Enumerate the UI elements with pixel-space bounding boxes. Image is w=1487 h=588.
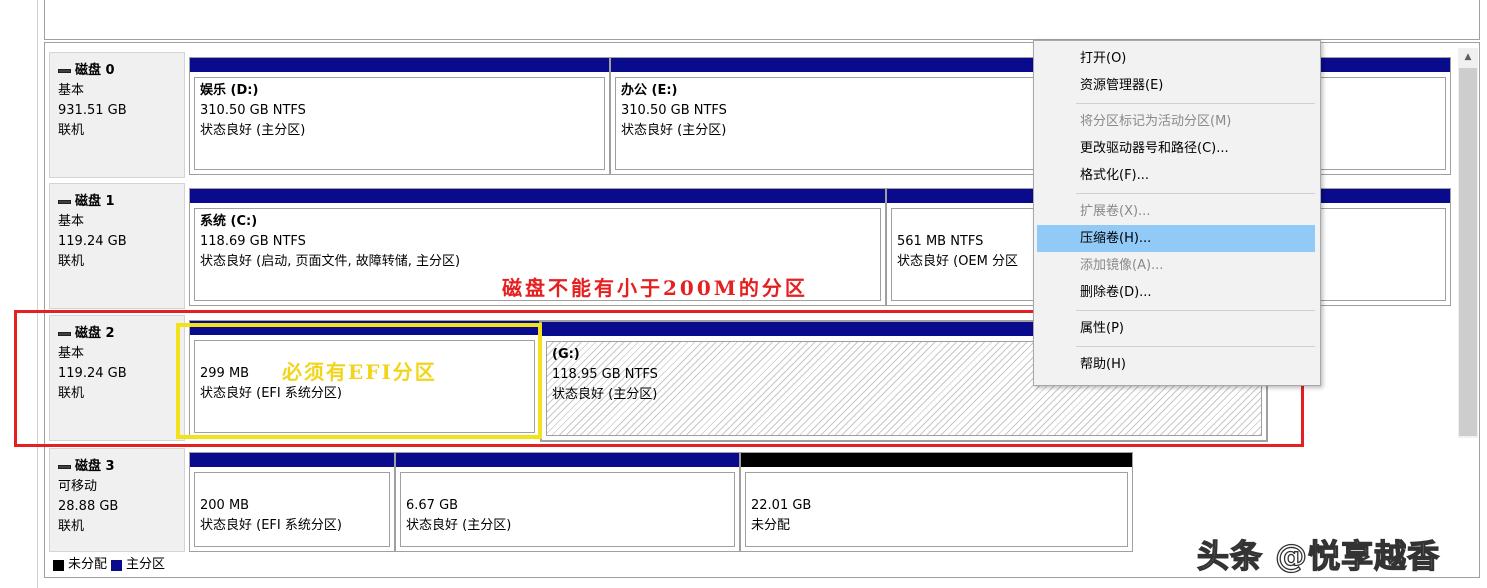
menu-item-mark-active: 将分区标记为活动分区(M) [1080, 114, 1232, 129]
disk-status: 联机 [58, 123, 85, 138]
context-menu: 打开(O) 资源管理器(E) 将分区标记为活动分区(M) 更改驱动器号和路径(C… [1033, 40, 1321, 386]
disk-size: 931.51 GB [58, 103, 127, 118]
disk-name: 磁盘 3 [58, 457, 184, 477]
menu-separator [1076, 193, 1315, 194]
disk-type: 可移动 [58, 479, 98, 494]
partition-state: 未分配 [751, 518, 791, 533]
menu-separator [1076, 346, 1315, 347]
partition-body[interactable]: 200 MB 状态良好 (EFI 系统分区) [194, 472, 390, 547]
scroll-up-icon[interactable]: ▲ [1458, 48, 1478, 66]
partition-d[interactable]: 娱乐 (D:) 310.50 GB NTFS 状态良好 (主分区) [189, 57, 610, 175]
legend-primary: 主分区 [126, 557, 166, 572]
disk-name-text: 磁盘 0 [75, 63, 115, 78]
partition-disk3-unallocated[interactable]: 22.01 GB 未分配 [740, 452, 1133, 552]
primary-swatch [111, 559, 123, 571]
menu-item-properties[interactable]: 属性(P) [1037, 315, 1315, 342]
primary-partition-bar [190, 189, 885, 203]
disk-1-label[interactable]: 磁盘 1 基本 119.24 GB 联机 [49, 183, 185, 309]
menu-item-format[interactable]: 格式化(F)... [1037, 162, 1315, 189]
partition-size: 310.50 GB NTFS [200, 103, 306, 118]
menu-item-change-drive-letter[interactable]: 更改驱动器号和路径(C)... [1037, 135, 1315, 162]
partition-body[interactable]: 22.01 GB 未分配 [745, 472, 1128, 547]
partition-title: 娱乐 (D:) [200, 83, 259, 98]
disk-0-label[interactable]: 磁盘 0 基本 931.51 GB 联机 [49, 52, 185, 178]
primary-partition-bar [190, 453, 394, 467]
primary-partition-bar [611, 58, 1450, 72]
disk-icon [58, 69, 71, 73]
partition-body[interactable]: 6.67 GB 状态良好 (主分区) [400, 472, 735, 547]
vertical-scrollbar[interactable]: ▲ [1458, 48, 1478, 438]
partition-size: 22.01 GB [751, 498, 812, 513]
disk-type: 基本 [58, 214, 85, 229]
partition-size: 6.67 GB [406, 498, 459, 513]
partition-size: 118.69 GB NTFS [200, 234, 306, 249]
disk-icon [58, 465, 71, 469]
disk-status: 联机 [58, 519, 85, 534]
legend: 未分配 主分区 [49, 556, 165, 574]
primary-partition-bar [190, 58, 609, 72]
partition-title [751, 476, 1122, 496]
scroll-thumb[interactable] [1459, 68, 1477, 436]
annotation-red-text: 磁盘不能有小于200M的分区 [502, 276, 808, 300]
partition-disk3-primary[interactable]: 6.67 GB 状态良好 (主分区) [395, 452, 740, 552]
menu-item-help[interactable]: 帮助(H) [1037, 351, 1315, 378]
disk-size: 119.24 GB [58, 234, 127, 249]
disk-size: 28.88 GB [58, 499, 119, 514]
partition-title [200, 476, 384, 496]
partition-state: 状态良好 (主分区) [406, 518, 512, 533]
partition-body[interactable]: 办公 (E:) 310.50 GB NTFS 状态良好 (主分区) [615, 77, 1446, 170]
partition-title: 系统 (C:) [200, 214, 258, 229]
disk-management-window: 磁盘 0 基本 931.51 GB 联机 娱乐 (D:) 310.50 GB N… [0, 0, 1487, 588]
menu-item-open[interactable]: 打开(O) [1037, 45, 1315, 72]
partition-body[interactable]: 娱乐 (D:) 310.50 GB NTFS 状态良好 (主分区) [194, 77, 605, 170]
partition-state: 状态良好 (主分区) [200, 123, 306, 138]
partition-title [406, 476, 729, 496]
menu-item-extend-volume: 扩展卷(X)... [1080, 204, 1151, 219]
disk-3-label[interactable]: 磁盘 3 可移动 28.88 GB 联机 [49, 448, 185, 552]
watermark: 头条 @悦享越香 [1196, 536, 1441, 575]
disk-status: 联机 [58, 254, 85, 269]
unallocated-swatch [53, 559, 64, 571]
disk-name-text: 磁盘 3 [75, 459, 115, 474]
disk-icon [58, 200, 71, 204]
disk-type: 基本 [58, 83, 85, 98]
disk-name: 磁盘 1 [58, 192, 184, 212]
menu-item-delete-volume[interactable]: 删除卷(D)... [1037, 279, 1315, 306]
partition-e[interactable]: 办公 (E:) 310.50 GB NTFS 状态良好 (主分区) [610, 57, 1451, 175]
menu-item-add-mirror: 添加镜像(A)... [1080, 258, 1164, 273]
legend-unallocated: 未分配 [68, 557, 108, 572]
partition-size: 200 MB [200, 498, 250, 513]
partition-state: 状态良好 (EFI 系统分区) [200, 518, 342, 533]
partition-efi-disk3[interactable]: 200 MB 状态良好 (EFI 系统分区) [189, 452, 395, 552]
disk-name: 磁盘 0 [58, 61, 184, 81]
menu-item-shrink-volume[interactable]: 压缩卷(H)... [1037, 225, 1315, 252]
disk-name-text: 磁盘 1 [75, 194, 115, 209]
annotation-yellow-text: 必须有EFI分区 [282, 360, 437, 384]
primary-partition-bar [396, 453, 739, 467]
partition-state: 状态良好 (启动, 页面文件, 故障转储, 主分区) [200, 254, 461, 269]
volume-list-pane[interactable] [44, 0, 1480, 40]
menu-separator [1076, 103, 1315, 104]
menu-item-explorer[interactable]: 资源管理器(E) [1037, 72, 1315, 99]
left-navigation-strip [0, 0, 38, 588]
unallocated-bar [741, 453, 1132, 467]
menu-separator [1076, 310, 1315, 311]
